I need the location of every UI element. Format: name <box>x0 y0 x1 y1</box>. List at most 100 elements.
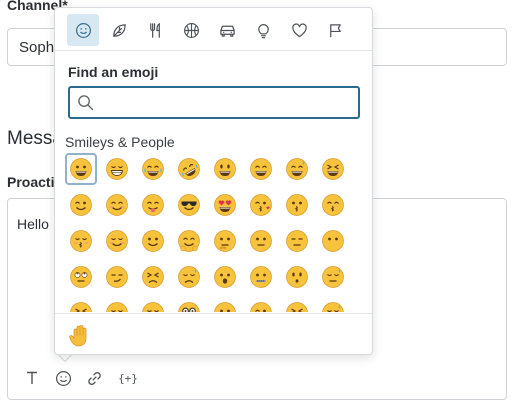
section-label: Smileys & People <box>65 134 175 150</box>
search-label: Find an emoji <box>68 64 159 80</box>
category-flags[interactable] <box>319 14 351 46</box>
persevering-face-icon <box>142 266 164 288</box>
category-travel-places[interactable] <box>211 14 243 46</box>
emoji-face-with-tongue[interactable] <box>209 297 241 312</box>
emoji-smiling-face-relaxed[interactable] <box>101 225 133 257</box>
slightly-smiling-face-icon <box>142 230 164 252</box>
winking-face-icon <box>70 194 92 216</box>
face-with-tears-of-joy-icon <box>142 158 164 180</box>
emoji-grid-viewport[interactable] <box>55 151 372 312</box>
emoji-hushed-face[interactable] <box>281 261 313 293</box>
emoji-winking-face[interactable] <box>65 189 97 221</box>
emoji-rolling-on-floor-laughing[interactable] <box>173 153 205 185</box>
face-without-mouth-icon <box>322 230 344 252</box>
emoji-smiling-face[interactable] <box>101 189 133 221</box>
emoji-thinking-face[interactable] <box>209 225 241 257</box>
category-food-drink[interactable] <box>139 14 171 46</box>
face-with-rolling-eyes-icon <box>70 266 92 288</box>
emoji-face-blowing-kiss[interactable] <box>245 189 277 221</box>
heart-icon <box>291 22 307 37</box>
expressionless-face-icon <box>286 230 308 252</box>
sleeping-face-icon <box>106 302 128 312</box>
zipper-mouth-face-icon <box>250 266 272 288</box>
tired-face-icon <box>70 302 92 312</box>
emoji-kissing-face[interactable] <box>281 189 313 221</box>
emoji-neutral-face[interactable] <box>245 225 277 257</box>
squinting-face-with-tongue-icon <box>286 302 308 312</box>
face-with-open-mouth-icon <box>214 266 236 288</box>
drooling-face-icon <box>322 302 344 312</box>
emoji-nerd-face[interactable] <box>173 297 205 312</box>
emoji-grinning-face-smiling-eyes[interactable] <box>245 153 277 185</box>
raised-hand-icon[interactable] <box>67 322 93 348</box>
text-format-button[interactable] <box>21 367 43 389</box>
emoji-face-without-mouth[interactable] <box>317 225 349 257</box>
fork-knife-icon <box>149 22 160 38</box>
kissing-face-closed-eyes-icon <box>70 230 92 252</box>
emoji-heart-eyes[interactable] <box>209 189 241 221</box>
emoji-grinning-face[interactable] <box>65 153 97 185</box>
emoji-face-with-open-mouth[interactable] <box>209 261 241 293</box>
emoji-face-savoring-food[interactable] <box>137 189 169 221</box>
smiling-face-with-sunglasses-icon <box>178 194 200 216</box>
link-icon <box>87 371 101 385</box>
category-objects[interactable] <box>247 14 279 46</box>
grinning-face-big-eyes-icon <box>214 158 236 180</box>
emoji-button[interactable] <box>52 367 74 389</box>
smiley-icon <box>55 370 71 386</box>
emoji-expressionless-face[interactable] <box>281 225 313 257</box>
nerd-face-icon <box>178 302 200 312</box>
link-button[interactable] <box>83 367 105 389</box>
grinning-face-icon <box>70 158 92 180</box>
emoji-beaming-face[interactable] <box>101 153 133 185</box>
variable-button[interactable]: {+} <box>116 367 140 389</box>
emoji-persevering-face[interactable] <box>137 261 169 293</box>
grinning-face-smiling-eyes-icon <box>250 158 272 180</box>
emoji-tired-face[interactable] <box>65 297 97 312</box>
emoji-kissing-face-closed-eyes[interactable] <box>65 225 97 257</box>
emoji-sad-relieved-face[interactable] <box>173 261 205 293</box>
emoji-hugging-face[interactable] <box>173 225 205 257</box>
category-symbols[interactable] <box>283 14 315 46</box>
basketball-icon <box>183 22 199 38</box>
message-text: Hello <box>17 216 49 232</box>
emoji-kissing-face-smiling-eyes[interactable] <box>317 189 349 221</box>
category-smileys-people[interactable] <box>67 14 99 46</box>
smirking-face-icon <box>106 266 128 288</box>
emoji-grid <box>65 153 353 312</box>
kissing-face-icon <box>286 194 308 216</box>
emoji-smirking-face[interactable] <box>101 261 133 293</box>
emoji-face-with-rolling-eyes[interactable] <box>65 261 97 293</box>
category-activities[interactable] <box>175 14 207 46</box>
category-animals-nature[interactable] <box>103 14 135 46</box>
emoji-squinting-face[interactable] <box>317 153 349 185</box>
emoji-face-with-tears-of-joy[interactable] <box>137 153 169 185</box>
face-blowing-kiss-icon <box>250 194 272 216</box>
emoji-grinning-face-big-eyes[interactable] <box>209 153 241 185</box>
lightbulb-icon <box>257 23 269 38</box>
emoji-zipper-mouth-face[interactable] <box>245 261 277 293</box>
emoji-relieved-face[interactable] <box>137 297 169 312</box>
hushed-face-icon <box>286 266 308 288</box>
leaf-icon <box>112 23 126 37</box>
emoji-drooling-face[interactable] <box>317 297 349 312</box>
picker-footer <box>55 313 372 354</box>
emoji-squinting-face-with-tongue[interactable] <box>281 297 313 312</box>
emoji-winking-face-with-tongue[interactable] <box>245 297 277 312</box>
neutral-face-icon <box>250 230 272 252</box>
emoji-search-box[interactable] <box>68 86 360 119</box>
channel-value: Soph <box>19 39 55 56</box>
emoji-smiling-face-with-sunglasses[interactable] <box>173 189 205 221</box>
kissing-face-smiling-eyes-icon <box>322 194 344 216</box>
text-format-icon <box>27 371 37 384</box>
emoji-slightly-smiling-face[interactable] <box>137 225 169 257</box>
emoji-search-input[interactable] <box>100 91 355 115</box>
emoji-sleepy-face[interactable] <box>317 261 349 293</box>
smiling-face-relaxed-icon <box>106 230 128 252</box>
face-savoring-food-icon <box>142 194 164 216</box>
hugging-face-icon <box>178 230 200 252</box>
emoji-grinning-face-with-sweat[interactable] <box>281 153 313 185</box>
emoji-picker: Find an emoji Smileys & People <box>54 7 373 355</box>
flag-icon <box>329 23 341 37</box>
emoji-sleeping-face[interactable] <box>101 297 133 312</box>
